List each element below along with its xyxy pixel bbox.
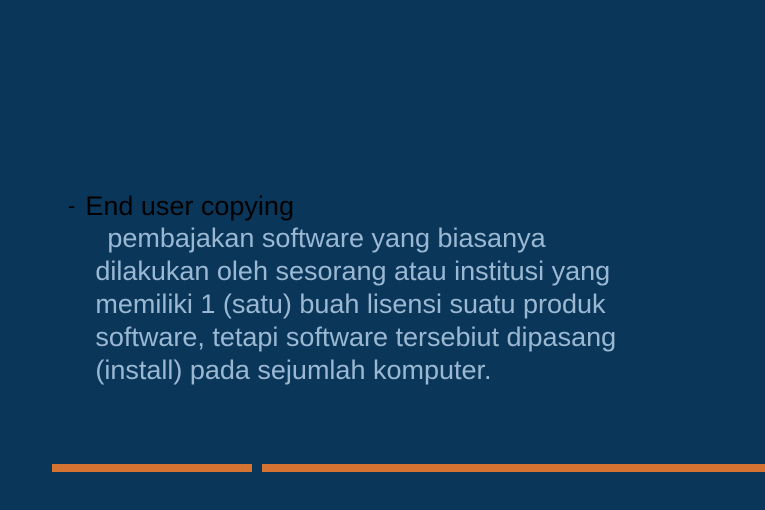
text-block: End user copying pembajakan software yan… — [85, 190, 705, 387]
bullet-dash: - — [68, 190, 75, 222]
slide-content: - End user copying pembajakan software y… — [68, 190, 705, 387]
item-body: pembajakan software yang biasanya dilaku… — [95, 222, 705, 387]
accent-bar-long — [262, 464, 765, 472]
body-first-line: pembajakan software yang biasanya — [95, 222, 705, 255]
item-heading: End user copying — [85, 191, 294, 221]
accent-bar-short — [52, 464, 252, 472]
accent-bar-gap — [252, 464, 262, 472]
body-rest: dilakukan oleh sesorang atau institusi y… — [95, 256, 616, 385]
footer-decoration — [52, 464, 765, 472]
bullet-item: - End user copying pembajakan software y… — [68, 190, 705, 387]
